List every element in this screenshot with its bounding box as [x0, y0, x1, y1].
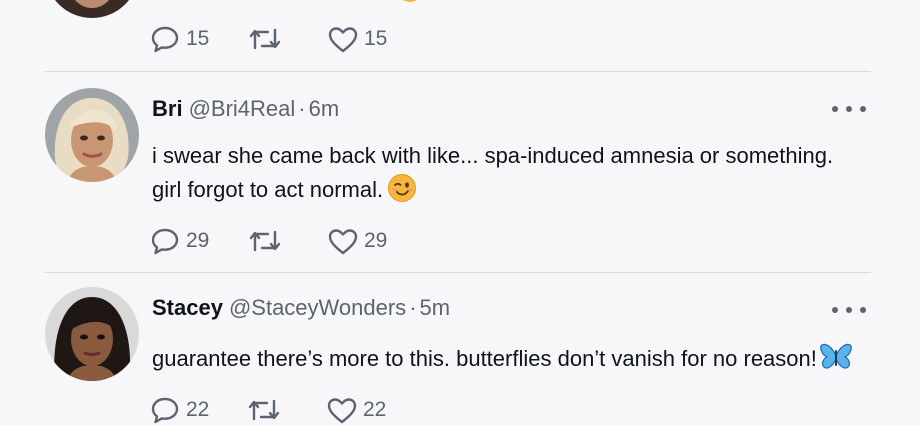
user-handle[interactable]: @Bri4Real [189, 96, 296, 121]
more-dot [860, 307, 866, 313]
avatar[interactable] [45, 287, 139, 381]
reply-icon [151, 397, 179, 424]
tweet-text-line-2: girl forgot to act normal. [152, 173, 882, 213]
heart-icon [328, 26, 358, 52]
more-options-button[interactable] [832, 304, 866, 316]
like-count: 29 [364, 229, 388, 252]
like-button[interactable]: 15 [328, 24, 387, 54]
wink-smile-emoji [387, 173, 417, 213]
more-dot [860, 106, 866, 112]
more-options-button[interactable] [832, 103, 866, 115]
heart-icon [327, 397, 357, 423]
tweet-text-content: girl forgot to act normal. [152, 177, 384, 202]
retweet-button[interactable] [246, 395, 282, 425]
display-name[interactable]: Bri [152, 96, 183, 121]
separator: · [298, 96, 306, 121]
timestamp[interactable]: 5m [420, 295, 451, 320]
retweet-icon [248, 399, 280, 421]
like-button[interactable]: 22 [327, 395, 386, 425]
more-dot [846, 307, 852, 313]
tweet-stacey[interactable]: Stacey @StaceyWonders · 5m guarantee there’… [0, 273, 920, 425]
more-dot [846, 106, 852, 112]
reply-button[interactable]: 15 [150, 24, 209, 54]
avatar[interactable] [45, 0, 139, 18]
like-count: 15 [364, 27, 388, 50]
tweet-text-content: guarantee there’s more to this. butterfl… [152, 346, 817, 371]
timestamp[interactable]: 6m [309, 96, 340, 121]
reply-count: 22 [186, 398, 210, 421]
user-handle[interactable]: @StaceyWonders [229, 295, 406, 320]
retweet-button[interactable] [247, 226, 283, 256]
tweet-text-line: i swear she came back with like... spa-i… [152, 143, 834, 168]
retweet-icon [249, 230, 281, 252]
butterfly-emoji [819, 342, 853, 382]
separator: · [409, 295, 417, 320]
tweet-text: guarantee there’s more to this. butterfl… [152, 342, 892, 382]
reply-count: 15 [186, 27, 210, 50]
reply-icon [151, 26, 179, 53]
reply-count: 29 [186, 229, 210, 252]
reply-icon [151, 228, 179, 255]
tweet-header: Bri @Bri4Real · 6m [152, 95, 339, 123]
partial-text [395, 0, 425, 4]
like-button[interactable]: 29 [328, 226, 387, 256]
tweet-text: i swear she came back with like... spa-i… [152, 139, 882, 213]
more-dot [832, 307, 838, 313]
like-count: 22 [363, 398, 387, 421]
reply-button[interactable]: 29 [150, 226, 209, 256]
tweet-previous: 15 15 [0, 0, 920, 70]
tweet-bri[interactable]: Bri @Bri4Real · 6m i swear she came back wi… [0, 72, 920, 272]
avatar[interactable] [45, 88, 139, 182]
retweet-icon [249, 28, 281, 50]
retweet-button[interactable] [247, 24, 283, 54]
tweet-header: Stacey @StaceyWonders · 5m [152, 294, 450, 322]
heart-icon [328, 228, 358, 254]
tweet-text-line: guarantee there’s more to this. butterfl… [152, 342, 892, 382]
more-dot [832, 106, 838, 112]
reply-button[interactable]: 22 [150, 395, 209, 425]
display-name[interactable]: Stacey [152, 295, 223, 320]
